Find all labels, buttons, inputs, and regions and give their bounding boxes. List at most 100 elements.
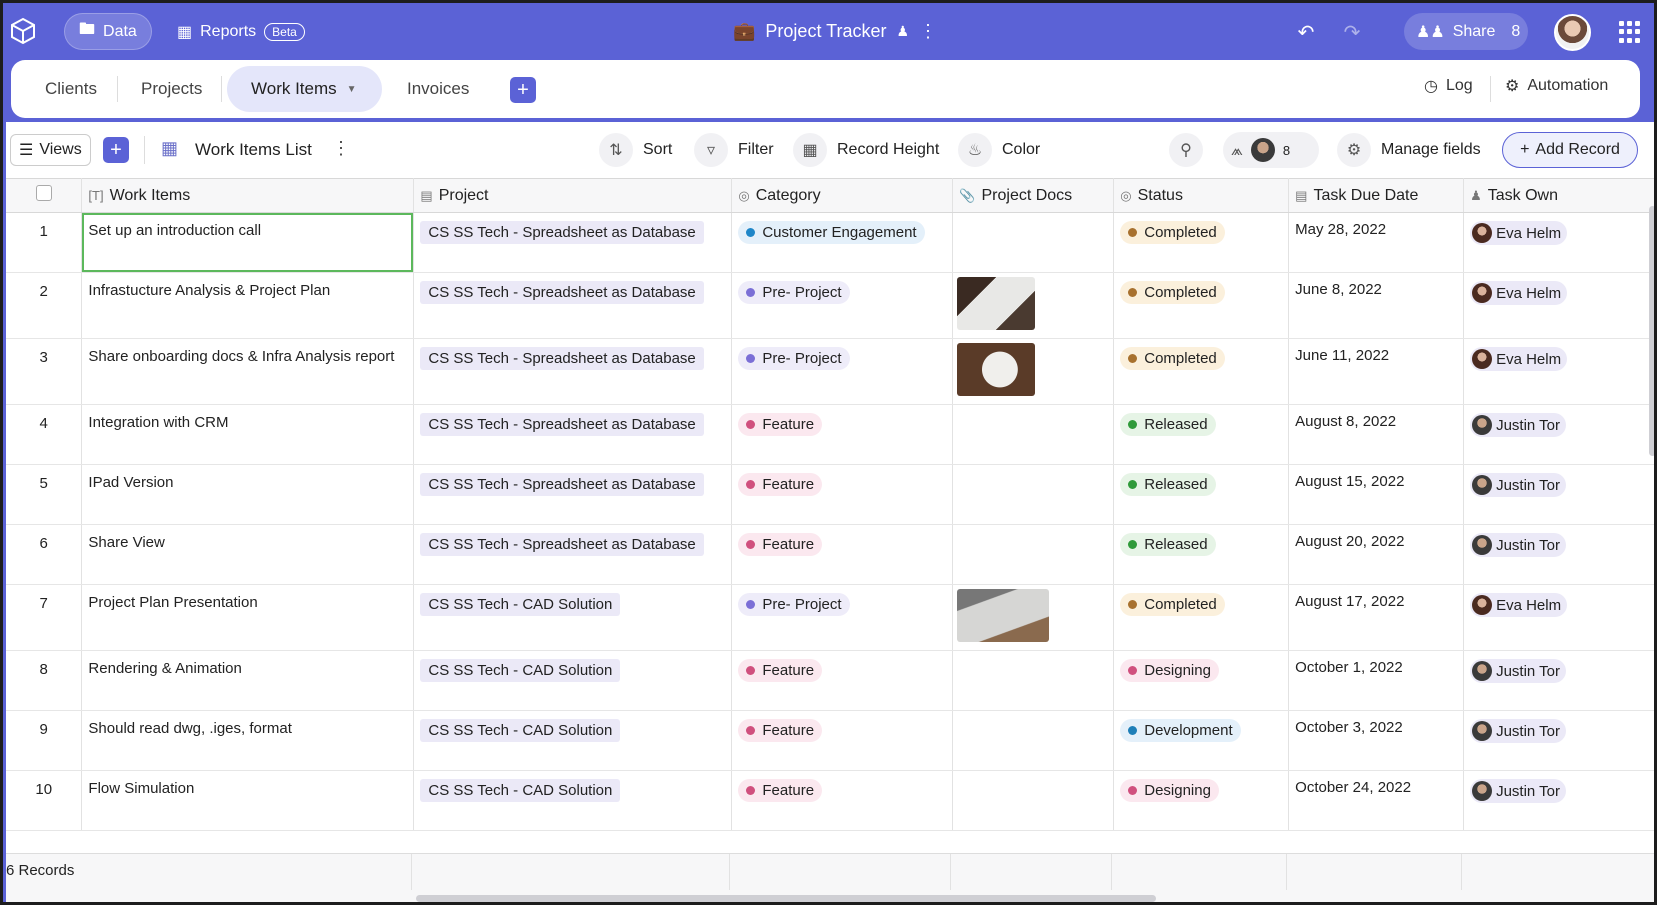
project-cell[interactable]: CS SS Tech - CAD Solution [413,710,733,771]
document-thumbnail[interactable] [957,343,1036,396]
work-item-cell[interactable]: Integration with CRM [81,404,415,465]
column-header-project[interactable]: ▤ Project [413,178,733,213]
reports-button[interactable]: ▦ Reports Beta [163,13,319,50]
row-number-cell[interactable]: 10 [6,770,83,831]
select-all-checkbox[interactable] [35,185,52,201]
caret-down-icon[interactable]: ▼ [347,84,357,95]
status-cell[interactable]: Completed [1113,212,1290,273]
row-number-cell[interactable]: 7 [6,584,83,651]
work-item-cell[interactable]: Infrastucture Analysis & Project Plan [81,272,415,339]
log-button[interactable]: ◷ Log [1424,76,1473,96]
add-record-button[interactable]: + Add Record [1502,132,1638,168]
project-cell[interactable]: CS SS Tech - Spreadsheet as Database [413,404,733,465]
sort-button[interactable]: ⇅ Sort [599,132,672,168]
project-docs-cell[interactable] [952,524,1115,585]
project-link-chip[interactable]: CS SS Tech - Spreadsheet as Database [420,533,704,556]
column-header-task-due-date[interactable]: ▤ Task Due Date [1288,178,1465,213]
document-thumbnail[interactable] [957,277,1036,330]
task-owner-cell[interactable]: Justin Tor [1463,650,1654,711]
document-thumbnail[interactable] [957,589,1050,642]
search-button[interactable]: ⚲ [1169,132,1203,168]
table-row[interactable]: 6 Share View CS SS Tech - Spreadsheet as D… [6,524,1654,585]
due-date-cell[interactable]: June 11, 2022 [1288,338,1465,405]
user-access-icon[interactable]: ♟ [896,23,909,40]
horizontal-scrollbar[interactable] [416,895,1156,902]
status-cell[interactable]: Development [1113,710,1290,771]
column-header-category[interactable]: ◎ Category [731,178,954,213]
project-cell[interactable]: CS SS Tech - Spreadsheet as Database [413,464,733,525]
task-owner-cell[interactable]: Justin Tor [1463,524,1654,585]
work-item-cell[interactable]: Rendering & Animation [81,650,415,711]
table-row[interactable]: 9 Should read dwg, .iges, format CS SS Tec… [6,710,1654,771]
task-owner-cell[interactable]: Eva Helm [1463,212,1654,273]
work-item-cell[interactable]: IPad Version [81,464,415,525]
task-owner-cell[interactable]: Justin Tor [1463,464,1654,525]
category-cell[interactable]: Pre- Project [731,584,954,651]
project-docs-cell[interactable] [952,710,1115,771]
category-cell[interactable]: Feature [731,710,954,771]
due-date-cell[interactable]: August 20, 2022 [1288,524,1465,585]
project-docs-cell[interactable] [952,770,1115,831]
project-link-chip[interactable]: CS SS Tech - Spreadsheet as Database [420,347,704,370]
category-cell[interactable]: Pre- Project [731,338,954,405]
due-date-cell[interactable]: October 3, 2022 [1288,710,1465,771]
undo-icon[interactable]: ↶ [1295,21,1317,44]
project-cell[interactable]: CS SS Tech - Spreadsheet as Database [413,212,733,273]
status-cell[interactable]: Released [1113,404,1290,465]
automation-button[interactable]: ⚙ Automation [1505,76,1608,96]
app-logo-icon[interactable] [9,17,37,45]
project-cell[interactable]: CS SS Tech - Spreadsheet as Database [413,524,733,585]
project-link-chip[interactable]: CS SS Tech - Spreadsheet as Database [420,473,704,496]
work-item-cell[interactable]: Should read dwg, .iges, format [81,710,415,771]
views-button[interactable]: ☰ Views [10,134,91,166]
collaborators-button[interactable]: ⩕ 8 [1223,132,1319,168]
status-cell[interactable]: Designing [1113,770,1290,831]
column-header-status[interactable]: ◎ Status [1113,178,1290,213]
category-cell[interactable]: Pre- Project [731,272,954,339]
due-date-cell[interactable]: October 1, 2022 [1288,650,1465,711]
work-item-cell[interactable]: Share onboarding docs & Infra Analysis r… [81,338,415,405]
task-owner-cell[interactable]: Justin Tor [1463,770,1654,831]
more-options-icon[interactable]: ⋮ [919,21,937,42]
category-cell[interactable]: Feature [731,464,954,525]
row-number-cell[interactable]: 4 [6,404,83,465]
project-docs-cell[interactable] [952,464,1115,525]
data-button[interactable]: 🖿 Data [64,13,152,50]
row-number-cell[interactable]: 6 [6,524,83,585]
due-date-cell[interactable]: August 15, 2022 [1288,464,1465,525]
work-item-cell[interactable]: Project Plan Presentation [81,584,415,651]
table-row[interactable]: 4 Integration with CRM CS SS Tech - Spread… [6,404,1654,465]
view-name[interactable]: Work Items List [195,140,312,160]
due-date-cell[interactable]: August 8, 2022 [1288,404,1465,465]
project-docs-cell[interactable] [952,338,1115,405]
view-options-icon[interactable]: ⋮ [332,138,350,159]
status-cell[interactable]: Released [1113,464,1290,525]
row-number-cell[interactable]: 9 [6,710,83,771]
work-item-cell[interactable]: Set up an introduction call [81,212,415,273]
table-row[interactable]: 5 IPad Version CS SS Tech - Spreadsheet as… [6,464,1654,525]
status-cell[interactable]: Released [1113,524,1290,585]
column-header-project-docs[interactable]: 📎 Project Docs [952,178,1115,213]
project-docs-cell[interactable] [952,650,1115,711]
project-cell[interactable]: CS SS Tech - CAD Solution [413,584,733,651]
status-cell[interactable]: Completed [1113,584,1290,651]
column-header-task-owner[interactable]: ♟ Task Own [1463,178,1654,213]
task-owner-cell[interactable]: Justin Tor [1463,404,1654,465]
category-cell[interactable]: Customer Engagement [731,212,954,273]
status-cell[interactable]: Completed [1113,338,1290,405]
project-link-chip[interactable]: CS SS Tech - CAD Solution [420,593,621,616]
row-number-cell[interactable]: 5 [6,464,83,525]
add-view-button[interactable]: + [103,137,129,163]
project-link-chip[interactable]: CS SS Tech - CAD Solution [420,779,621,802]
status-cell[interactable]: Completed [1113,272,1290,339]
task-owner-cell[interactable]: Eva Helm [1463,338,1654,405]
table-row[interactable]: 7 Project Plan Presentation CS SS Tech - C… [6,584,1654,651]
manage-fields-button[interactable]: ⚙ Manage fields [1337,132,1481,168]
work-item-cell[interactable]: Flow Simulation [81,770,415,831]
record-height-button[interactable]: ▦ Record Height [793,132,939,168]
tab-invoices[interactable]: Invoices [383,66,493,112]
due-date-cell[interactable]: October 24, 2022 [1288,770,1465,831]
tab-projects[interactable]: Projects [117,66,226,112]
row-number-cell[interactable]: 8 [6,650,83,711]
column-header-work-items[interactable]: [T] Work Items [81,178,415,213]
